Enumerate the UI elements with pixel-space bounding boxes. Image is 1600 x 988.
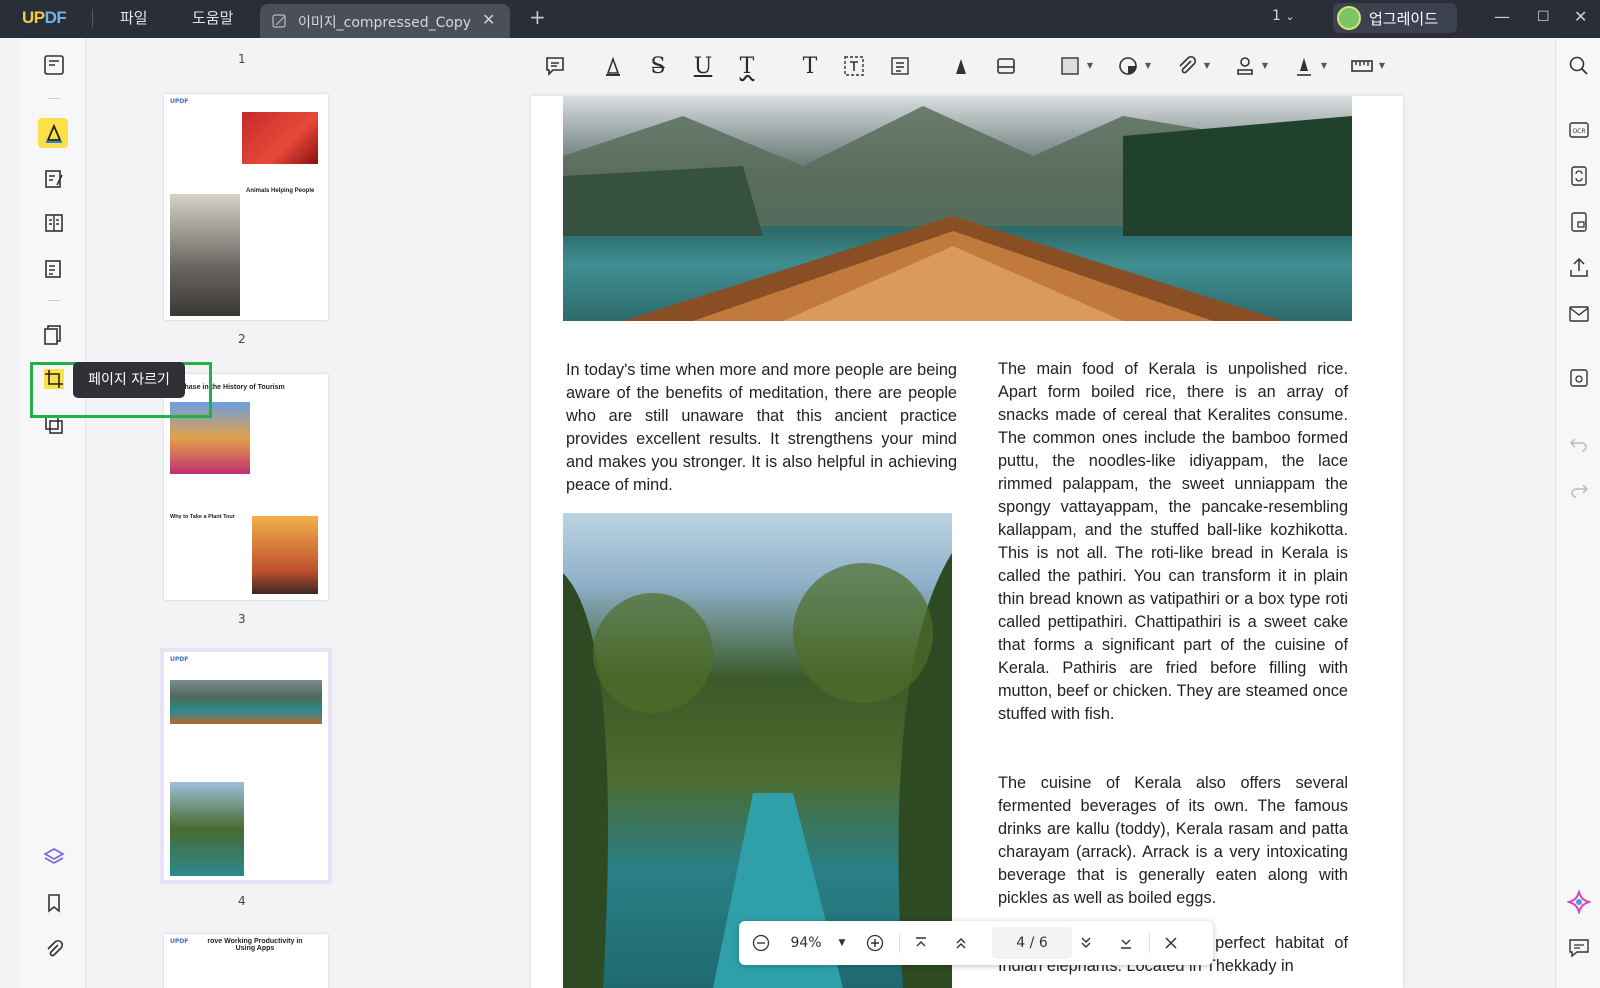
divider [48, 300, 60, 301]
maximize-icon[interactable]: ☐ [1537, 9, 1550, 25]
thumbnail-heading: Animals Helping People [246, 188, 315, 194]
divider [48, 98, 60, 99]
thumbnail-number: 4 [238, 894, 246, 908]
divider [1149, 933, 1150, 953]
menu-file[interactable]: 파일 [120, 7, 148, 28]
text-icon[interactable]: T [795, 50, 825, 82]
email-icon[interactable] [1567, 302, 1591, 326]
new-tab-icon[interactable]: + [529, 5, 546, 29]
divider [899, 933, 900, 953]
last-page-icon[interactable] [1114, 931, 1138, 955]
layers-icon[interactable] [41, 844, 67, 870]
thumbnail-number: 1 [238, 52, 246, 66]
save-icon[interactable] [1567, 366, 1591, 390]
page-selector[interactable]: 1 ⌄ [1272, 8, 1295, 24]
zoom-navigation-bar: 94% ▼ 4 / 6 [739, 921, 1213, 965]
document-tab[interactable]: 이미지_compressed_Copy ✕ [260, 4, 510, 38]
thumbnail-heading: rove Working Productivity in Using Apps [207, 938, 303, 952]
thumbnail-panel[interactable]: 1 UPDF Animals Helping People 2 y Phase … [86, 38, 420, 988]
right-tool-bar: OCR [1555, 38, 1600, 988]
text-box-icon[interactable] [839, 50, 869, 82]
text-callout-icon[interactable] [884, 50, 914, 82]
upgrade-button[interactable]: 업그레이드 [1333, 3, 1457, 33]
signature-icon[interactable]: ▼ [1289, 50, 1327, 82]
measure-icon[interactable]: ▼ [1347, 50, 1385, 82]
thumb-logo: UPDF [170, 938, 189, 945]
body-paragraph: The cuisine of Kerala also offers severa… [998, 774, 1348, 907]
sticky-note-icon[interactable] [540, 50, 570, 82]
thumbnail-image [170, 680, 322, 724]
menu-help[interactable]: 도움말 [192, 7, 233, 28]
form-icon[interactable] [41, 256, 67, 282]
minimize-icon[interactable]: — [1494, 7, 1510, 26]
redo-icon[interactable] [1567, 478, 1591, 502]
highlighter-icon[interactable] [598, 50, 628, 82]
zoom-out-icon[interactable] [749, 931, 773, 955]
reader-icon[interactable] [41, 52, 67, 78]
page-indicator: 4 / 6 [1016, 935, 1048, 951]
edit-pdf-icon[interactable] [41, 166, 67, 192]
page-tools-icon[interactable] [41, 322, 67, 348]
annotation-toolbar: S̶ U T T ▼ ▼ ▼ ▼ ▼ ▼ [540, 50, 1410, 86]
close-icon[interactable] [1159, 931, 1183, 955]
body-paragraph: In today's time when more and more peopl… [566, 361, 957, 494]
app-logo: UPDF [22, 8, 67, 27]
ocr-icon[interactable]: OCR [1567, 118, 1591, 142]
comment-list-icon[interactable] [1567, 936, 1591, 960]
comment-tool-icon[interactable] [41, 120, 67, 146]
document-edit-icon [272, 14, 286, 28]
thumbnail-page-2[interactable]: UPDF Animals Helping People [164, 94, 328, 320]
thumb-logo: UPDF [170, 98, 189, 105]
eraser-icon[interactable] [991, 50, 1021, 82]
share-icon[interactable] [1567, 256, 1591, 280]
thumbnail-image [252, 516, 318, 594]
svg-text:OCR: OCR [1572, 128, 1585, 135]
pdf-page[interactable]: In today's time when more and more peopl… [531, 96, 1403, 988]
body-paragraph: The main food of Kerala is unpolished ri… [998, 360, 1348, 723]
thumbnail-number: 2 [238, 332, 246, 346]
search-icon[interactable] [1567, 54, 1591, 78]
shape-icon[interactable]: ▼ [1055, 50, 1093, 82]
strikethrough-icon[interactable]: S̶ [643, 50, 673, 82]
protect-icon[interactable] [1567, 210, 1591, 234]
thumbnail-image [170, 194, 240, 316]
title-bar: UPDF 파일 도움말 이미지_compressed_Copy ✕ + 1 ⌄ … [0, 0, 1600, 38]
crop-pages-tooltip: 페이지 자르기 [73, 362, 185, 398]
thumbnail-page-4-selected[interactable]: UPDF [164, 652, 328, 880]
squiggly-icon[interactable]: T [732, 50, 762, 82]
upgrade-label: 업그레이드 [1369, 10, 1439, 28]
pencil-icon[interactable] [946, 50, 976, 82]
thumb-logo: UPDF [170, 656, 189, 663]
zoom-level[interactable]: 94% [781, 931, 831, 955]
ai-assistant-icon[interactable] [1567, 890, 1591, 914]
zoom-dropdown-icon[interactable]: ▼ [835, 931, 849, 955]
close-tab-icon[interactable]: ✕ [482, 10, 495, 29]
next-page-icon[interactable] [1074, 931, 1098, 955]
attach-file-icon[interactable]: ▼ [1172, 50, 1210, 82]
close-window-icon[interactable]: ✕ [1574, 7, 1587, 26]
sticker-icon[interactable]: ▼ [1113, 50, 1151, 82]
previous-page-icon[interactable] [949, 931, 973, 955]
bookmark-icon[interactable] [41, 890, 67, 916]
page-number-box[interactable]: 4 / 6 [992, 927, 1072, 959]
lake-boat-image [563, 96, 1352, 321]
thumbnail-subheading: Why to Take a Plant Tour [170, 514, 235, 520]
thumbnail-number: 3 [238, 612, 246, 626]
thumbnail-image [170, 782, 244, 876]
underline-icon[interactable]: U [688, 50, 718, 82]
divider [92, 9, 93, 27]
first-page-icon[interactable] [909, 931, 933, 955]
avatar [1337, 6, 1361, 30]
attachment-icon[interactable] [41, 936, 67, 962]
zoom-in-icon[interactable] [863, 931, 887, 955]
organize-pages-icon[interactable] [41, 210, 67, 236]
convert-icon[interactable] [1567, 164, 1591, 188]
undo-icon[interactable] [1567, 432, 1591, 456]
thumbnail-image [242, 112, 318, 164]
thumbnail-page-5[interactable]: UPDF rove Working Productivity in Using … [164, 934, 328, 988]
palm-river-image [563, 513, 952, 988]
stamp-icon[interactable]: ▼ [1230, 50, 1268, 82]
left-tool-bar [20, 38, 86, 988]
tab-title: 이미지_compressed_Copy [298, 15, 472, 31]
